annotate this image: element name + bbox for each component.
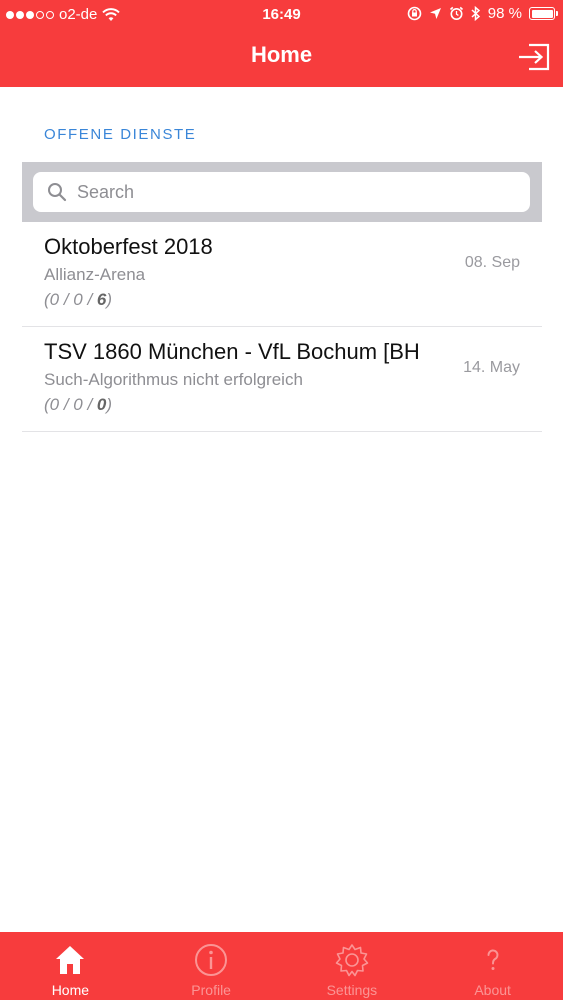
service-counts: (0 / 0 / 0) <box>44 395 113 414</box>
service-subtitle: Allianz-Arena <box>44 265 146 284</box>
search-bar <box>22 162 542 222</box>
gear-icon <box>335 944 369 977</box>
list-item[interactable]: TSV 1860 München - VfL Bochum [BH Such-A… <box>22 327 542 432</box>
battery-percentage: 98 % <box>487 5 522 22</box>
navigation-bar: o2-de 16:49 98 % Home <box>0 0 563 87</box>
status-right: 98 % <box>407 5 558 22</box>
bluetooth-icon <box>471 6 480 21</box>
service-date: 08. Sep <box>464 254 520 271</box>
service-subtitle: Such-Algorithmus nicht erfolgreich <box>44 370 303 389</box>
section-header: OFFENE DIENSTE <box>44 126 197 143</box>
search-field-container[interactable] <box>33 172 530 212</box>
tab-settings[interactable]: Settings <box>282 932 423 1000</box>
battery-icon <box>529 7 558 20</box>
search-input[interactable] <box>77 181 497 203</box>
list-item[interactable]: Oktoberfest 2018 Allianz-Arena (0 / 0 / … <box>22 222 542 327</box>
rotation-lock-icon <box>407 6 422 21</box>
tab-label: Profile <box>191 982 231 998</box>
tab-bar: Home Profile Settings About <box>0 932 563 1000</box>
search-icon <box>48 183 67 202</box>
service-title: TSV 1860 München - VfL Bochum [BH <box>44 339 420 364</box>
services-list: Oktoberfest 2018 Allianz-Arena (0 / 0 / … <box>22 222 542 432</box>
tab-home[interactable]: Home <box>0 932 141 1000</box>
tab-label: Home <box>51 982 90 998</box>
question-icon <box>487 949 499 970</box>
location-arrow-icon <box>429 8 441 19</box>
tab-label: About <box>474 982 511 998</box>
status-bar: o2-de 16:49 98 % <box>0 0 563 30</box>
tab-label: Settings <box>326 982 378 998</box>
logout-button[interactable] <box>517 42 551 72</box>
info-icon <box>195 944 228 976</box>
service-counts: (0 / 0 / 6) <box>44 290 113 309</box>
home-icon <box>56 946 85 974</box>
page-title: Home <box>250 42 313 67</box>
tab-profile[interactable]: Profile <box>141 932 282 1000</box>
service-date: 14. May <box>463 359 520 376</box>
service-title: Oktoberfest 2018 <box>44 234 213 259</box>
alarm-icon <box>449 6 463 20</box>
logout-arrow-icon <box>519 43 550 71</box>
tab-about[interactable]: About <box>422 932 563 1000</box>
